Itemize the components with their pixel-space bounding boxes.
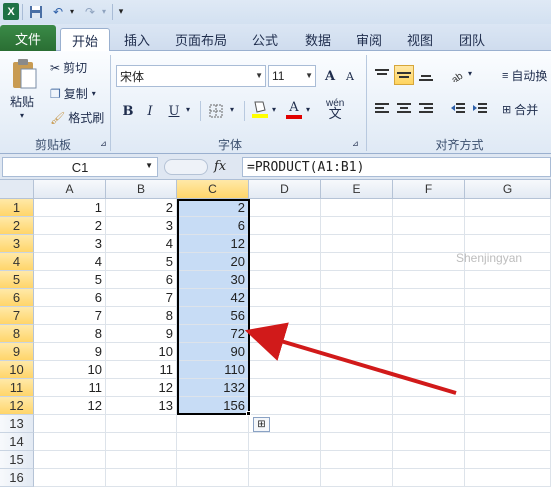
watermark-text: Shenjingyan [456, 251, 523, 265]
excel-window: X ↶ ▾ ↷ ▾ ▾ 文件 开始 插入 页面布局 公式 数据 审阅 视图 团队… [0, 0, 551, 487]
annotation-arrow [244, 322, 457, 395]
